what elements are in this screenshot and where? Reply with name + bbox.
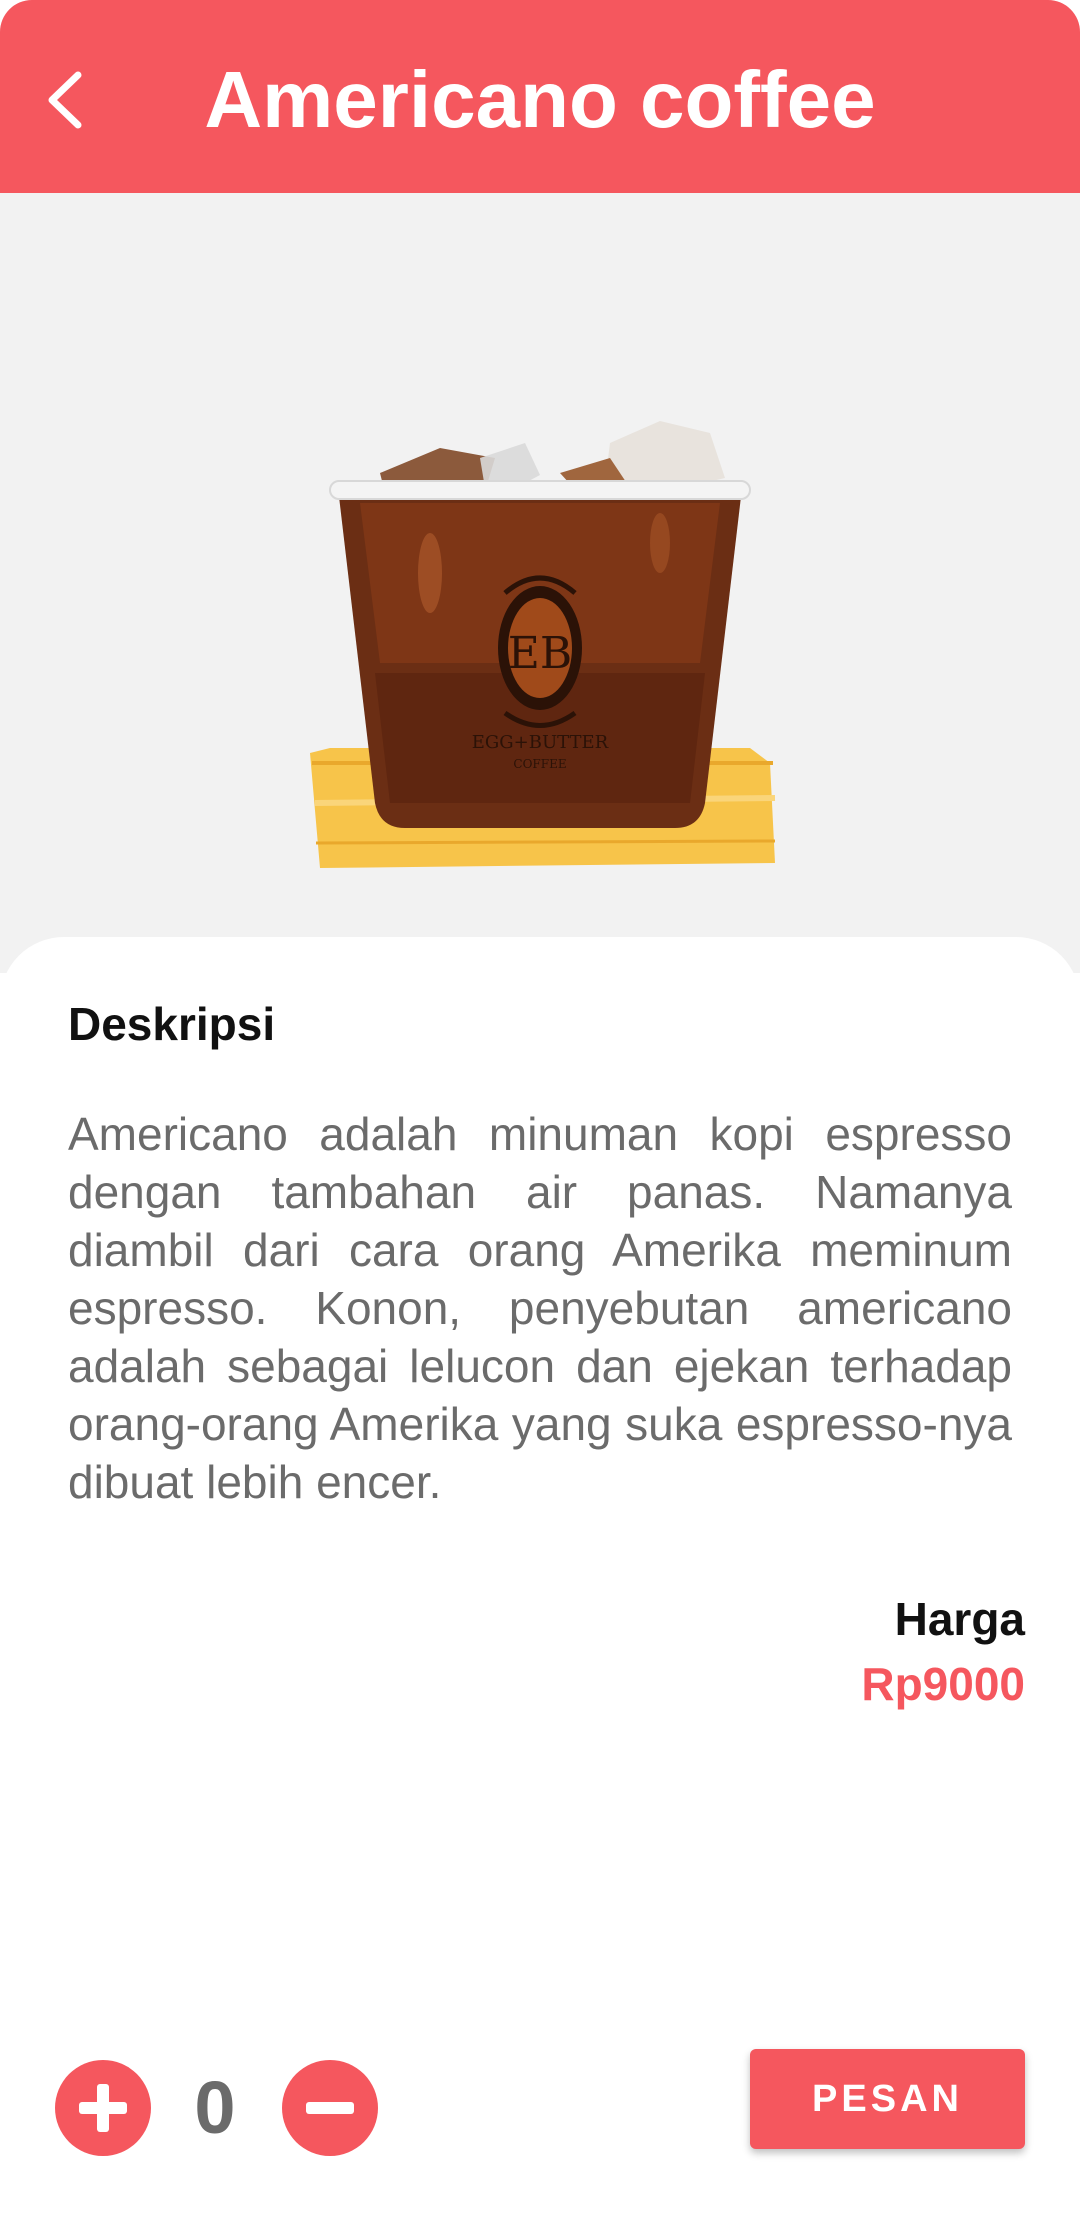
app-header: Americano coffee: [0, 0, 1080, 193]
product-detail-screen: Americano coffee EB EGG+BUTTER COFFEE De…: [0, 0, 1080, 2220]
cup-rim: [329, 480, 751, 500]
product-image-area: EB EGG+BUTTER COFFEE: [0, 193, 1080, 973]
price-value: Rp9000: [861, 1658, 1025, 1710]
minus-icon: [306, 2102, 354, 2114]
increase-quantity-button[interactable]: [55, 2060, 151, 2156]
product-image: EB EGG+BUTTER COFFEE: [310, 421, 776, 868]
price-label: Harga: [894, 1593, 1025, 1645]
cup-logo-text: EGG+BUTTER: [472, 732, 609, 753]
decrease-quantity-button[interactable]: [282, 2060, 378, 2156]
quantity-value: 0: [194, 2066, 236, 2149]
svg-text:EB: EB: [508, 628, 572, 679]
plus-icon: [79, 2084, 127, 2132]
detail-card: Deskripsi Americano adalah minuman kopi …: [0, 937, 1080, 2220]
description-text: Americano adalah minuman kopi espresso d…: [68, 1108, 1012, 1508]
order-button[interactable]: PESAN: [750, 2049, 1025, 2149]
cup-logo-subtext: COFFEE: [513, 757, 566, 771]
description-heading: Deskripsi: [68, 998, 276, 1050]
page-title: Americano coffee: [204, 55, 876, 144]
